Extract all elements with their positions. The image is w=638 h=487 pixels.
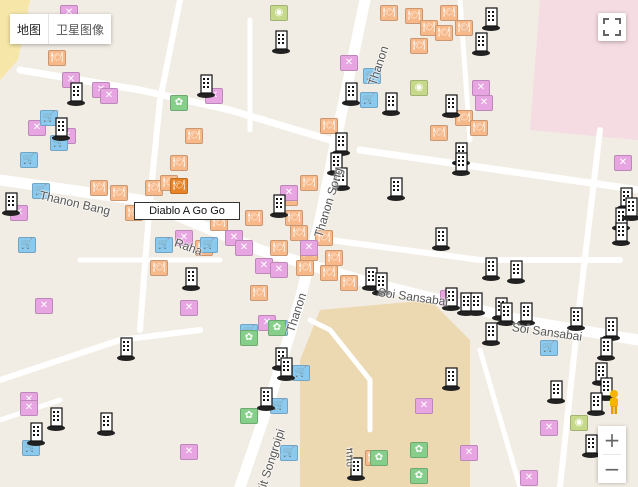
restaurant-icon[interactable]: 🍽 — [90, 180, 108, 196]
hotel-building-icon[interactable] — [268, 192, 290, 218]
cocktail-icon[interactable]: ✕ — [520, 470, 538, 486]
hotel-building-icon[interactable] — [480, 255, 502, 281]
park-icon[interactable]: ✿ — [170, 95, 188, 111]
restaurant-icon[interactable]: 🍽 — [410, 38, 428, 54]
camera-icon[interactable]: ◉ — [410, 80, 428, 96]
camera-icon[interactable]: ◉ — [570, 415, 588, 431]
map-type-control: 地图 卫星图像 — [10, 14, 112, 44]
pegman-icon[interactable] — [603, 389, 625, 415]
hotel-building-icon[interactable] — [25, 420, 47, 446]
park-icon[interactable]: ✿ — [410, 468, 428, 484]
hotel-building-icon[interactable] — [480, 320, 502, 346]
restaurant-icon[interactable]: 🍽 — [48, 50, 66, 66]
cocktail-icon[interactable]: ✕ — [415, 398, 433, 414]
restaurant-icon[interactable]: 🍽 — [170, 155, 188, 171]
restaurant-icon[interactable]: 🍽 — [110, 185, 128, 201]
cocktail-icon[interactable]: ✕ — [35, 298, 53, 314]
hotel-building-icon[interactable] — [480, 5, 502, 31]
restaurant-icon[interactable]: 🍽 — [290, 225, 308, 241]
map-canvas[interactable]: 🍽🍽🍽🍽🍽🍽🍽🍽🍽🍽🍽🍽🍽🍽🍽🍽🍽🍽🍽🍽🍽🍽🍽🍽🍽🍽🍽🍽🍽🍽🍽🍽🍽🍽🍽🍽🍽✕✕✕… — [0, 0, 638, 487]
camera-icon[interactable]: ◉ — [270, 5, 288, 21]
zoom-out-button[interactable]: − — [598, 455, 626, 483]
hotel-building-icon[interactable] — [470, 30, 492, 56]
cocktail-icon[interactable]: ✕ — [475, 95, 493, 111]
restaurant-icon[interactable]: 🍽 — [340, 275, 358, 291]
cocktail-icon[interactable]: ✕ — [235, 240, 253, 256]
shopping-cart-icon[interactable]: 🛒 — [360, 92, 378, 108]
restaurant-icon[interactable]: 🍽 — [440, 5, 458, 21]
restaurant-icon[interactable]: 🍽 — [435, 25, 453, 41]
cocktail-icon[interactable]: ✕ — [540, 420, 558, 436]
cocktail-icon[interactable]: ✕ — [20, 400, 38, 416]
shopping-cart-icon[interactable]: 🛒 — [280, 445, 298, 461]
hotel-building-icon[interactable] — [45, 405, 67, 431]
cocktail-icon[interactable]: ✕ — [180, 444, 198, 460]
restaurant-icon[interactable]: 🍽 — [296, 260, 314, 276]
hotel-building-icon[interactable] — [430, 225, 452, 251]
restaurant-icon[interactable]: 🍽 — [300, 175, 318, 191]
cocktail-icon[interactable]: ✕ — [180, 300, 198, 316]
hotel-building-icon[interactable] — [595, 335, 617, 361]
restaurant-icon[interactable]: 🍽 — [170, 178, 188, 194]
zoom-control: + − — [598, 426, 626, 483]
hotel-building-icon[interactable] — [620, 195, 638, 221]
hotel-building-icon[interactable] — [0, 190, 22, 216]
hotel-building-icon[interactable] — [545, 378, 567, 404]
hotel-building-icon[interactable] — [380, 90, 402, 116]
restaurant-icon[interactable]: 🍽 — [245, 210, 263, 226]
hotel-building-icon[interactable] — [180, 265, 202, 291]
park-icon[interactable]: ✿ — [240, 330, 258, 346]
shopping-cart-icon[interactable]: 🛒 — [18, 237, 36, 253]
map-type-satellite-button[interactable]: 卫星图像 — [48, 14, 112, 44]
hotel-building-icon[interactable] — [610, 220, 632, 246]
park-icon[interactable]: ✿ — [370, 450, 388, 466]
street-label-lower-fragment: ถนน — [344, 447, 356, 468]
restaurant-icon[interactable]: 🍽 — [150, 260, 168, 276]
cocktail-icon[interactable]: ✕ — [340, 55, 358, 71]
cocktail-icon[interactable]: ✕ — [472, 80, 490, 96]
cocktail-icon[interactable]: ✕ — [614, 155, 632, 171]
shopping-cart-icon[interactable]: 🛒 — [540, 340, 558, 356]
hotel-building-icon[interactable] — [95, 410, 117, 436]
restaurant-icon[interactable]: 🍽 — [185, 128, 203, 144]
hotel-building-icon[interactable] — [65, 80, 87, 106]
shopping-cart-icon[interactable]: 🛒 — [20, 152, 38, 168]
restaurant-icon[interactable]: 🍽 — [270, 240, 288, 256]
place-label-diablo[interactable]: Diablo A Go Go — [134, 202, 240, 220]
restaurant-icon[interactable]: 🍽 — [470, 120, 488, 136]
shopping-cart-icon[interactable]: 🛒 — [155, 237, 173, 253]
cocktail-icon[interactable]: ✕ — [100, 88, 118, 104]
hotel-building-icon[interactable] — [270, 28, 292, 54]
hotel-building-icon[interactable] — [255, 385, 277, 411]
hotel-building-icon[interactable] — [50, 115, 72, 141]
cocktail-icon[interactable]: ✕ — [460, 445, 478, 461]
restaurant-icon[interactable]: 🍽 — [320, 265, 338, 281]
park-icon[interactable]: ✿ — [410, 442, 428, 458]
restaurant-icon[interactable]: 🍽 — [430, 125, 448, 141]
hotel-building-icon[interactable] — [275, 355, 297, 381]
hotel-building-icon[interactable] — [115, 335, 137, 361]
restaurant-icon[interactable]: 🍽 — [325, 250, 343, 266]
hotel-building-icon[interactable] — [505, 258, 527, 284]
restaurant-icon[interactable]: 🍽 — [380, 5, 398, 21]
hotel-building-icon[interactable] — [195, 72, 217, 98]
hotel-building-icon[interactable] — [340, 80, 362, 106]
restaurant-icon[interactable]: 🍽 — [250, 285, 268, 301]
hotel-building-icon[interactable] — [465, 290, 487, 316]
fullscreen-button[interactable] — [598, 13, 626, 41]
map-type-map-button[interactable]: 地图 — [10, 14, 49, 44]
cocktail-icon[interactable]: ✕ — [270, 262, 288, 278]
hotel-building-icon[interactable] — [385, 175, 407, 201]
hotel-building-icon[interactable] — [440, 92, 462, 118]
hotel-building-icon[interactable] — [440, 365, 462, 391]
fullscreen-icon — [603, 18, 621, 36]
cocktail-icon[interactable]: ✕ — [300, 240, 318, 256]
hotel-building-icon[interactable] — [450, 150, 472, 176]
zoom-in-button[interactable]: + — [598, 426, 626, 454]
